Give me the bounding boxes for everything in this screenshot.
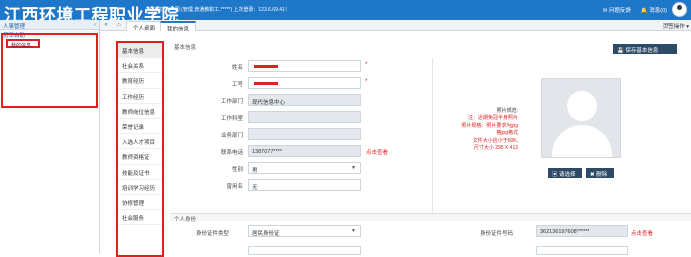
form-content: 基本信息 💾 保存基本信息 姓名 * 工号 * 工作部门 现代信息中心 工作科室 — [170, 41, 691, 255]
sidebar-group-label: 员工自助 — [3, 33, 26, 39]
field-label: 工作科室 — [220, 116, 243, 122]
nav-honors[interactable]: 荣誉记录 — [118, 119, 162, 135]
nav-education[interactable]: 教育经历 — [118, 73, 162, 89]
messages-label: 消息(0) — [649, 8, 667, 14]
nav-coop-management[interactable]: 协修管理 — [118, 195, 162, 211]
home-icon[interactable]: ⌂ — [113, 20, 125, 31]
business-dept-input — [248, 128, 361, 140]
avatar-body-shape — [552, 125, 612, 157]
photo-note: 格jpg格式 — [496, 130, 518, 137]
redaction-mark — [254, 82, 278, 85]
top-links: ✉ 问题反馈 🔔 消息(0) — [603, 6, 667, 14]
partial-input[interactable] — [248, 246, 361, 255]
field-label: 工作部门 — [220, 99, 243, 105]
nav-skills-certs[interactable]: 技能及证书 — [118, 165, 162, 180]
nav-teacher-cert[interactable]: 教师资格证 — [118, 149, 162, 165]
tab-desktop[interactable]: 个人桌面 — [126, 21, 163, 32]
sidebar: 人事管理 ‹ 员工自助 ⌄ 我的信息 — [0, 20, 100, 253]
sidebar-item-my-info[interactable]: 我的信息 — [6, 39, 40, 49]
partial-input[interactable] — [536, 246, 628, 255]
department-input: 现代信息中心 — [248, 94, 361, 106]
section-title: 基本信息 — [174, 45, 197, 51]
feedback-label: 问题反馈 — [608, 8, 631, 14]
photo-placeholder — [541, 78, 621, 158]
nav-talent-projects[interactable]: 入选人才项目 — [118, 134, 162, 150]
choose-photo-button[interactable]: ▣ 请选择 — [548, 168, 582, 178]
field-section: 工作科室 — [170, 109, 415, 126]
field-business-dept: 业务部门 — [170, 126, 415, 143]
main-panel: 基本信息 社会关系 教育经历 工作经历 教师岗位信息 荣誉记录 入选人才项目 教… — [100, 31, 691, 257]
view-id-link[interactable]: 点击查看 — [631, 229, 653, 237]
avatar-head-shape — [567, 91, 597, 121]
nav-basic-info[interactable]: 基本信息 — [118, 43, 162, 59]
section-input — [248, 111, 361, 123]
id-type-select[interactable]: 居民身份证 ▼ — [248, 225, 361, 237]
field-gender: 性别 男 ▼ — [170, 160, 415, 177]
id-type-label: 身份证件类型 — [196, 231, 230, 237]
id-row: 身份证件类型 居民身份证 ▼ 身份证件号码 362136197608******… — [170, 223, 691, 241]
redaction-mark — [254, 65, 278, 68]
sidebar-header: 人事管理 ‹ — [0, 20, 99, 30]
page-ops-menu[interactable]: 页签操作 ▾ — [663, 22, 689, 30]
caret-down-icon: ▼ — [351, 228, 356, 234]
field-label: 业务部门 — [220, 133, 243, 139]
required-mark: * — [365, 62, 368, 68]
view-phone-link[interactable]: 点击查看 — [366, 148, 388, 156]
photo-note: 注：近期免冠半身照片 — [467, 115, 518, 122]
former-name-input[interactable]: 无 — [248, 179, 361, 191]
feedback-link[interactable]: ✉ 问题反馈 — [603, 6, 631, 14]
choose-label: 请选择 — [559, 172, 576, 178]
photo-note: 尺寸大小 295 X 413 — [473, 145, 518, 152]
chevron-left-icon[interactable]: ‹ — [94, 22, 96, 28]
field-name: 姓名 * — [170, 58, 415, 75]
delete-label: 删除 — [596, 172, 608, 178]
gender-select[interactable]: 男 ▼ — [248, 162, 361, 174]
tab-prev-button[interactable]: « — [100, 20, 112, 31]
sidebar-title: 人事管理 — [3, 24, 26, 30]
welcome-text: 欢迎您！****同 (管理,普通教职工,*****) 上次登录：123.6.69… — [147, 7, 290, 13]
user-avatar[interactable] — [672, 2, 687, 17]
photo-note: 文件大小应小于60K, — [472, 137, 518, 144]
id-number-input: 362136197608****** — [536, 225, 628, 237]
tab-my-info[interactable]: 我的信息 — [160, 21, 197, 33]
gender-value: 男 — [252, 168, 258, 174]
tab-bar: « ⌂ 个人桌面 我的信息 » 页签操作 ▾ — [100, 20, 691, 33]
save-label: 保存基本信息 — [625, 48, 659, 54]
field-former-name: 曾用名 无 — [170, 177, 415, 194]
field-label: 工号 — [231, 82, 243, 88]
personal-identity-section: 个人身份 — [170, 213, 691, 223]
nav-teacher-post[interactable]: 教师岗位信息 — [118, 104, 162, 119]
caret-down-icon: ▼ — [351, 165, 356, 171]
field-phone: 联系电话 1387077**** 点击查看 — [170, 143, 415, 160]
field-staff-id: 工号 * — [170, 75, 415, 92]
field-label: 曾用名 — [226, 184, 243, 190]
photo-notes: 照片规范: 注：近期免冠半身照片 照片规格：照片要求为jpg 格jpg格式 文件… — [436, 108, 518, 152]
field-department: 工作部门 现代信息中心 — [170, 92, 415, 109]
nav-social-relations[interactable]: 社会关系 — [118, 58, 162, 74]
nav-training[interactable]: 培训学习经历 — [118, 180, 162, 195]
field-label: 性别 — [231, 167, 243, 173]
nav-social-service[interactable]: 社会服务 — [118, 210, 162, 226]
id-type-value: 居民身份证 — [252, 231, 280, 237]
save-basic-info-button[interactable]: 💾 保存基本信息 — [613, 44, 677, 54]
top-bar: 江西环境工程职业学院 欢迎您！****同 (管理,普通教职工,*****) 上次… — [0, 0, 691, 25]
nav-work-experience[interactable]: 工作经历 — [118, 89, 162, 104]
phone-input: 1387077**** — [248, 145, 361, 157]
chevron-down-icon: ⌄ — [91, 31, 96, 37]
photo-area: 照片规范: 注：近期免冠半身照片 照片规格：照片要求为jpg 格jpg格式 文件… — [433, 58, 668, 213]
required-mark: * — [365, 79, 368, 85]
messages-link[interactable]: 🔔 消息(0) — [641, 6, 667, 14]
id-number-label: 身份证件号码 — [480, 231, 514, 237]
field-label: 姓名 — [231, 65, 243, 71]
sidebar-group-self-service[interactable]: 员工自助 ⌄ — [0, 30, 99, 39]
delete-photo-button[interactable]: ✖ 删除 — [586, 168, 614, 178]
field-label: 联系电话 — [220, 150, 243, 156]
info-nav: 基本信息 社会关系 教育经历 工作经历 教师岗位信息 荣誉记录 入选人才项目 教… — [116, 41, 164, 257]
